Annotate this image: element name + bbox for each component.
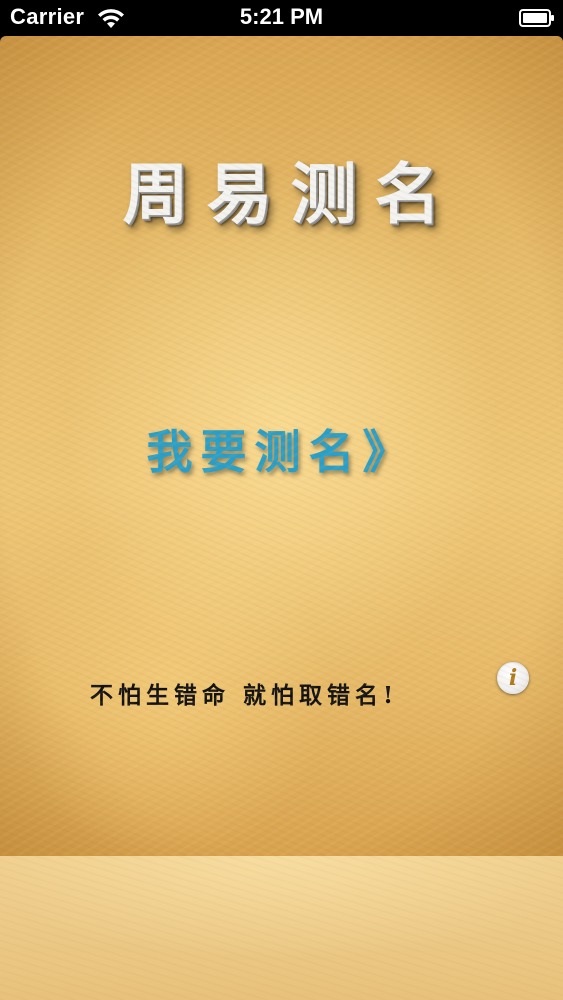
app-title: 周易测名 [122,155,459,233]
bottom-panel [0,856,563,1000]
parchment-background: 周易测名 我要测名》 不怕生错命 就怕取错名! i [0,36,563,856]
info-icon: i [508,665,518,691]
start-name-test-button[interactable]: 我要测名》 [0,416,563,482]
info-button[interactable]: i [497,662,529,694]
battery-icon [519,9,554,27]
status-time: 5:21 PM [239,4,324,29]
status-bar: Carrier 5:21 PM [0,0,563,36]
slogan-text: 不怕生错命 就怕取错名! [90,682,399,709]
